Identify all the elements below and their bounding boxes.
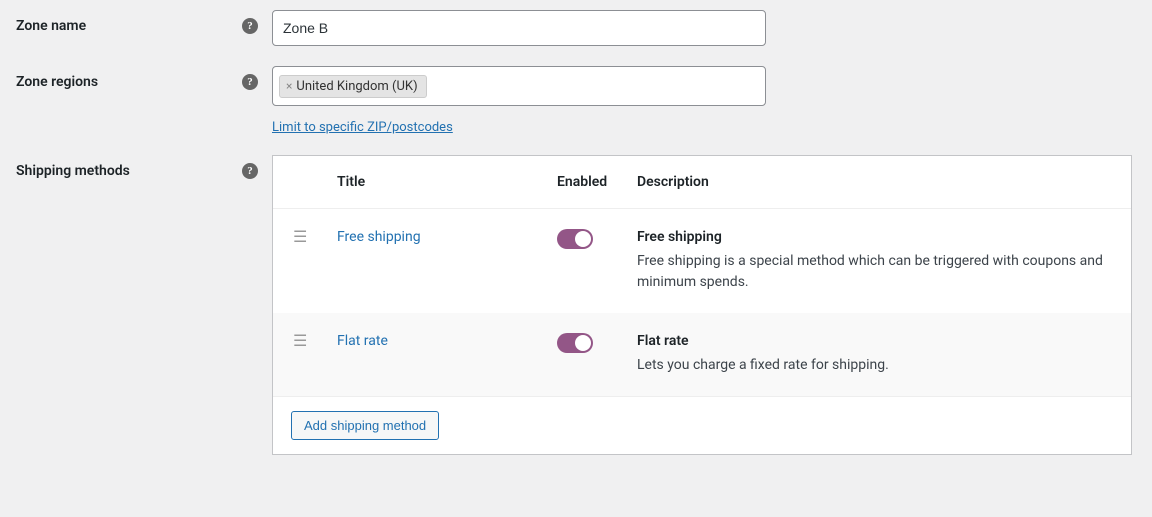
col-header-title: Title: [337, 174, 557, 190]
zone-regions-label: Zone regions: [16, 74, 242, 90]
region-tag: × United Kingdom (UK): [279, 75, 427, 98]
limit-postcodes-link[interactable]: Limit to specific ZIP/postcodes: [272, 120, 453, 135]
table-row: ☰ Flat rate Flat rate Lets you charge a …: [273, 313, 1131, 396]
zone-regions-input[interactable]: × United Kingdom (UK): [272, 66, 766, 106]
drag-handle-icon[interactable]: ☰: [293, 225, 307, 246]
drag-handle-icon[interactable]: ☰: [293, 329, 307, 350]
zone-name-label: Zone name: [16, 18, 242, 34]
col-header-description: Description: [637, 174, 1111, 190]
help-icon[interactable]: ?: [242, 163, 258, 179]
add-shipping-method-button[interactable]: Add shipping method: [291, 411, 439, 440]
method-desc-title: Free shipping: [637, 229, 1111, 245]
help-icon[interactable]: ?: [242, 74, 258, 90]
shipping-methods-panel: Title Enabled Description ☰ Free shippin…: [272, 155, 1132, 455]
zone-name-input[interactable]: [272, 10, 766, 46]
shipping-methods-row: Shipping methods ? Title Enabled Descrip…: [16, 155, 1152, 455]
methods-table-header: Title Enabled Description: [273, 156, 1131, 209]
help-icon[interactable]: ?: [242, 18, 258, 34]
method-title-link[interactable]: Free shipping: [337, 229, 421, 245]
table-row: ☰ Free shipping Free shipping Free shipp…: [273, 209, 1131, 313]
enabled-toggle[interactable]: [557, 333, 593, 353]
zone-regions-row: Zone regions ? × United Kingdom (UK) Lim…: [16, 66, 1152, 135]
method-title-link[interactable]: Flat rate: [337, 333, 388, 349]
method-desc-text: Lets you charge a fixed rate for shippin…: [637, 355, 1111, 376]
zone-name-row: Zone name ?: [16, 10, 1152, 46]
enabled-toggle[interactable]: [557, 229, 593, 249]
shipping-methods-label: Shipping methods: [16, 163, 242, 179]
remove-tag-icon[interactable]: ×: [286, 80, 292, 92]
method-desc-title: Flat rate: [637, 333, 1111, 349]
methods-footer: Add shipping method: [273, 396, 1131, 454]
method-desc-text: Free shipping is a special method which …: [637, 251, 1111, 293]
col-header-enabled: Enabled: [557, 174, 637, 190]
region-tag-label: United Kingdom (UK): [296, 79, 417, 94]
